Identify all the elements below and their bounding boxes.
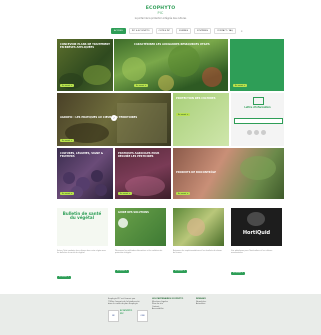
footer-networks: RÉSEAUX Newsletter Actualités	[196, 298, 207, 306]
hortiquid-logo	[247, 212, 265, 226]
tile-button[interactable]: En savoir +	[60, 192, 75, 195]
tile-button[interactable]: En savoir +	[118, 192, 133, 195]
tile-title: CONCEVOIR PLANS DE TRAITEMENT EN BRÈVES …	[60, 43, 111, 49]
card-text: Découvrez les méthodes alternatives et l…	[115, 250, 163, 255]
tile-photo	[122, 45, 222, 91]
tile-title: PROTECTION DES CULTURES	[176, 97, 216, 100]
ecophyto-pic-logo[interactable]: ECOPHYTO PIC	[120, 310, 134, 320]
card-thumbnail[interactable]: HortiQuid	[231, 208, 282, 246]
card-hortiquid: HortiQuid Une plateforme pour l'horticul…	[231, 208, 282, 281]
nav-item-systemes[interactable]: SYSTÈMES	[194, 28, 211, 34]
hands-photo	[187, 218, 205, 236]
social-links	[247, 130, 266, 135]
tile-pratiques-agricoles[interactable]: PRATIQUES AGRICOLES POUR RÉDUIRE LES PES…	[115, 148, 171, 199]
site-logo[interactable]: ECOPHYTO PIC	[0, 6, 321, 16]
tile-cultures-legumes[interactable]: CULTURES, LÉGUMES, VIGNE & FRUITIERS En …	[57, 148, 113, 199]
republique-francaise-logo[interactable]: RF	[108, 310, 119, 322]
card-button[interactable]: En savoir +	[115, 270, 129, 274]
nav-item-outils[interactable]: OUTILS PIC	[155, 28, 174, 34]
card-button[interactable]: En savoir +	[57, 276, 71, 280]
card-thumbnail[interactable]: Bulletin de santé du végétal	[57, 208, 108, 246]
bulb-icon	[118, 218, 128, 228]
site-tagline: le portail de la protection intégrée des…	[134, 17, 187, 20]
footer-links: LES PARTENAIRES ECOPHYTO Mentions légale…	[152, 298, 184, 311]
tile-button[interactable]: En savoir +	[176, 192, 191, 195]
newsletter-title: Lettre d'information	[244, 106, 271, 109]
card-guide-solutions: GUIDE DES SOLUTIONS Découvrez les méthod…	[115, 208, 166, 281]
card-text: Suivez l'état sanitaire des cultures dan…	[57, 250, 106, 255]
tile-button[interactable]: En savoir +	[233, 84, 248, 87]
tile-title: AGROPIC : LES PRATIQUES AU CŒUR DES TERR…	[60, 116, 138, 119]
footer-funding-text: Ecophyto PIC est financé par l'Office fr…	[108, 298, 140, 305]
tile-plans-traitement[interactable]: CONCEVOIR PLANS DE TRAITEMENT EN BRÈVES …	[57, 39, 113, 91]
youtube-icon[interactable]	[261, 130, 266, 135]
tile-button[interactable]: En savoir +	[134, 84, 149, 87]
tile-protection-cultures[interactable]: PROTECTION DES CULTURES En savoir +	[173, 93, 229, 146]
tile-title: CULTURES, LÉGUMES, VIGNE & FRUITIERS	[60, 152, 103, 158]
tile-button[interactable]: En savoir +	[176, 113, 191, 116]
tile-biocontrole[interactable]: PRODUITS DE BIOCONTRÔLE En savoir +	[173, 148, 284, 199]
card-title: Bulletin de santé du végétal	[62, 211, 102, 221]
tile-title: PRODUITS DE BIOCONTRÔLE	[176, 171, 217, 174]
card-button[interactable]: En savoir +	[231, 272, 245, 276]
tile-title: CARACTÉRISER LES AUXILIAIRES RESSOURCES …	[134, 43, 210, 46]
tile-auxiliaires[interactable]: CARACTÉRISER LES AUXILIAIRES RESSOURCES …	[114, 39, 228, 91]
card-thumbnail[interactable]	[173, 208, 224, 246]
card-text: Une plateforme pour l'horticulture et le…	[231, 250, 273, 255]
tile-title: PRATIQUES AGRICOLES POUR RÉDUIRE LES PES…	[118, 152, 160, 158]
tile-green-promo[interactable]: En savoir +	[230, 39, 284, 91]
ofb-logo[interactable]: OFB	[137, 310, 148, 322]
site-header: ECOPHYTO PIC le portail de la protection…	[0, 6, 321, 20]
main-navigation: ACCUEIL PIC & ECOPHYTO OUTILS PIC FILIÈR…	[111, 28, 245, 34]
footer-link[interactable]: Accessibilité	[152, 308, 183, 311]
nav-item-accueil[interactable]: ACCUEIL	[111, 28, 126, 34]
card-title: HortiQuid	[242, 230, 271, 236]
card-text: Retrouvez les expérimentations et les ré…	[173, 250, 222, 255]
tile-button[interactable]: En savoir +	[60, 84, 75, 87]
card-reseau-fermes: Retrouvez les expérimentations et les ré…	[173, 208, 224, 281]
card-thumbnail[interactable]: GUIDE DES SOLUTIONS	[115, 208, 166, 246]
footer-link[interactable]: Actualités	[196, 303, 206, 306]
nav-item-pic-ecophyto[interactable]: PIC & ECOPHYTO	[128, 28, 153, 34]
envelope-icon	[253, 97, 264, 105]
newsletter-box: Lettre d'information	[231, 93, 284, 146]
card-button[interactable]: En savoir +	[173, 270, 187, 274]
newsletter-email-field[interactable]	[234, 118, 283, 124]
nav-item-filieres[interactable]: FILIÈRES	[176, 28, 192, 34]
search-icon[interactable]: ⌕	[239, 28, 245, 34]
tile-agropic[interactable]: › AGROPIC : LES PRATIQUES AU CŒUR DES TE…	[57, 93, 171, 146]
twitter-icon[interactable]	[254, 130, 259, 135]
nav-item-contact[interactable]: CONTACT / FAQ	[213, 28, 236, 34]
card-title: GUIDE DES SOLUTIONS	[118, 211, 149, 214]
facebook-icon[interactable]	[247, 130, 252, 135]
card-bulletin-sante: Bulletin de santé du végétal Suivez l'ét…	[57, 208, 108, 281]
site-footer: Ecophyto PIC est financé par l'Office fr…	[0, 294, 321, 335]
tile-button[interactable]: En savoir +	[60, 139, 75, 142]
